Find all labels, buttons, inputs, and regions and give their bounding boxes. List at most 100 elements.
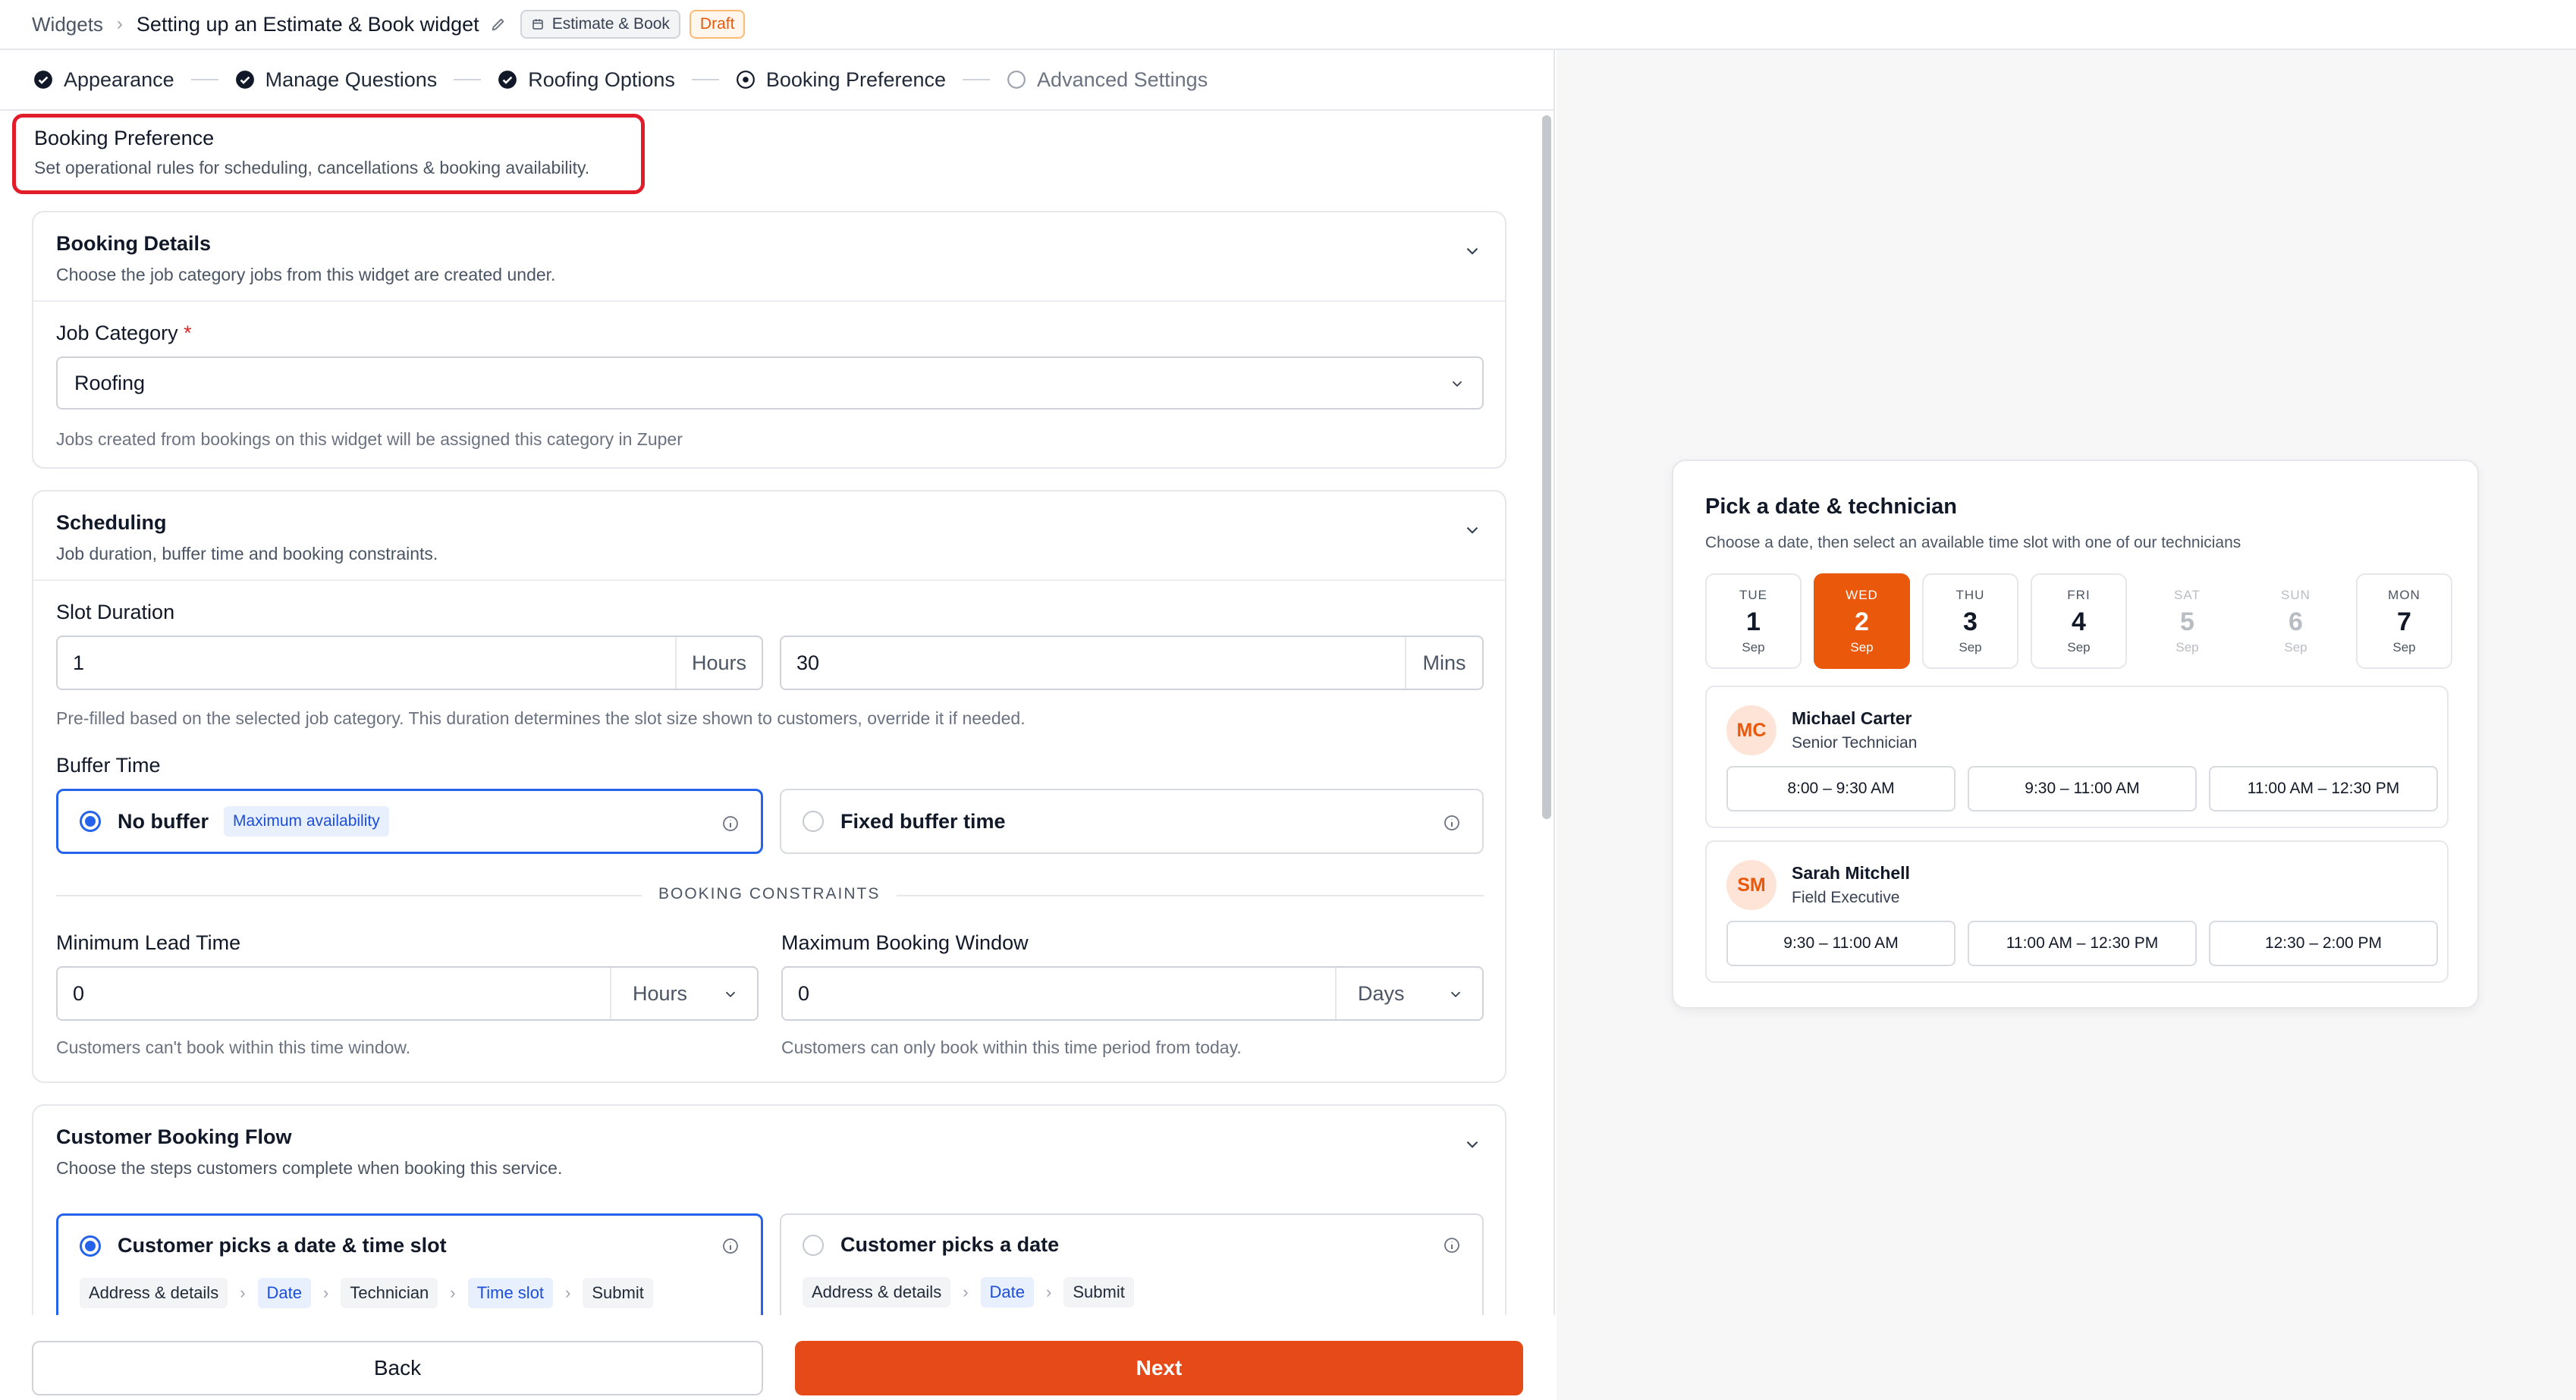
widget-type-label: Estimate & Book	[551, 15, 670, 33]
breadcrumb-widgets[interactable]: Widgets	[32, 13, 103, 36]
info-icon[interactable]	[721, 1237, 740, 1255]
chevron-right-icon: ›	[450, 1283, 456, 1302]
flow-step: Submit	[1063, 1277, 1134, 1307]
min-lead-time-input[interactable]: 0 Hours	[56, 966, 759, 1021]
constraints-heading: BOOKING CONSTRAINTS	[642, 885, 897, 903]
chevron-down-icon[interactable]	[1462, 241, 1482, 261]
check-circle-icon	[235, 71, 254, 89]
chevron-down-icon	[1452, 381, 1462, 388]
pencil-icon[interactable]	[490, 16, 507, 33]
step-manage-questions[interactable]: Manage Questions	[235, 68, 437, 92]
no-buffer-option[interactable]: No buffer Maximum availability	[56, 789, 763, 854]
chevron-down-icon	[725, 991, 736, 998]
widget-title: Pick a date & technician	[1705, 494, 1958, 519]
flow-step: Time slot	[467, 1278, 554, 1308]
time-slot[interactable]: 11:00 AM – 12:30 PM	[2209, 766, 2438, 811]
flow-steps: Address & details › Date › Technician › …	[80, 1278, 653, 1308]
booking-details-header[interactable]: Booking Details Choose the job category …	[33, 212, 1505, 302]
top-header: Widgets › Setting up an Estimate & Book …	[0, 0, 2576, 50]
fixed-buffer-option[interactable]: Fixed buffer time	[780, 789, 1484, 854]
select-value: Roofing	[74, 371, 146, 394]
chevron-down-icon[interactable]	[1462, 1135, 1482, 1154]
time-slot[interactable]: 12:30 – 2:00 PM	[2209, 921, 2438, 966]
date-picker: TUE 1 Sep WED 2 Sep THU 3 Sep FRI 4 Sep SAT 5 Sep …	[1705, 573, 2452, 669]
step-label: Appearance	[64, 67, 174, 91]
input-value[interactable]: 30	[781, 637, 1405, 689]
booking-flow-header[interactable]: Customer Booking Flow Choose the steps c…	[33, 1106, 1505, 1195]
step-connector	[190, 79, 218, 80]
info-icon[interactable]	[1443, 1236, 1461, 1254]
step-appearance[interactable]: Appearance	[33, 68, 174, 92]
step-connector	[691, 79, 719, 80]
flow-step: Submit	[583, 1278, 653, 1308]
option-label: Customer picks a date	[840, 1233, 1060, 1256]
chevron-right-icon: ›	[565, 1283, 571, 1302]
day-option[interactable]: FRI 4 Sep	[2031, 573, 2127, 669]
input-value[interactable]: 1	[58, 637, 675, 689]
day-option[interactable]: THU 3 Sep	[1922, 573, 2018, 669]
option-label: Customer picks a date & time slot	[118, 1234, 447, 1257]
slot-hours-input[interactable]: 1 Hours	[56, 636, 763, 690]
radio-unselected[interactable]	[803, 811, 824, 832]
technician-role: Field Executive	[1792, 889, 1900, 906]
scrollbar[interactable]	[1542, 115, 1551, 819]
step-label: Advanced Settings	[1037, 67, 1208, 91]
flow-steps: Address & details › Date › Submit	[803, 1277, 1134, 1307]
step-connector	[963, 79, 991, 80]
unit-label: Mins	[1405, 637, 1482, 689]
slot-mins-input[interactable]: 30 Mins	[780, 636, 1484, 690]
technician-card: SM Sarah Mitchell Field Executive 9:30 –…	[1705, 840, 2449, 983]
next-button[interactable]: Next	[795, 1341, 1523, 1395]
booking-details-card: Booking Details Choose the job category …	[32, 211, 1506, 469]
day-option[interactable]: MON 7 Sep	[2356, 573, 2452, 669]
radio-unselected[interactable]	[803, 1235, 824, 1256]
scheduling-header[interactable]: Scheduling Job duration, buffer time and…	[33, 491, 1505, 581]
day-option-selected[interactable]: WED 2 Sep	[1814, 573, 1910, 669]
input-value[interactable]: 0	[58, 968, 610, 1019]
flow-date-time-option[interactable]: Customer picks a date & time slot Addres…	[56, 1213, 763, 1327]
calendar-icon	[532, 19, 543, 30]
day-option[interactable]: TUE 1 Sep	[1705, 573, 1802, 669]
chevron-down-icon[interactable]	[1462, 520, 1482, 540]
step-label: Roofing Options	[528, 67, 675, 91]
option-label: Fixed buffer time	[840, 809, 1006, 833]
chevron-right-icon: ›	[323, 1283, 329, 1302]
technician-name: Sarah Mitchell	[1792, 863, 1910, 883]
status-badge: Draft	[689, 10, 746, 39]
min-lead-time-label: Minimum Lead Time	[56, 931, 241, 954]
job-category-hint: Jobs created from bookings on this widge…	[56, 429, 683, 449]
step-booking-preference[interactable]: Booking Preference	[736, 68, 946, 92]
step-advanced-settings[interactable]: Advanced Settings	[1007, 68, 1208, 92]
info-icon[interactable]	[721, 815, 740, 833]
input-value[interactable]: 0	[783, 968, 1335, 1019]
lead-unit-select[interactable]: Hours	[610, 968, 757, 1019]
time-slot[interactable]: 9:30 – 11:00 AM	[1968, 766, 2197, 811]
form-scroll-area[interactable]: Booking Preference Set operational rules…	[0, 111, 1540, 1365]
day-option-disabled: SUN 6 Sep	[2248, 573, 2344, 669]
check-circle-icon	[498, 71, 517, 89]
back-button[interactable]: Back	[32, 1341, 763, 1395]
technician-card: MC Michael Carter Senior Technician 8:00…	[1705, 686, 2449, 828]
radio-selected[interactable]	[80, 811, 101, 832]
card-description: Choose the steps customers complete when…	[56, 1158, 563, 1178]
slot-duration-label: Slot Duration	[56, 601, 175, 623]
info-icon[interactable]	[1443, 814, 1461, 832]
time-slots: 9:30 – 11:00 AM 11:00 AM – 12:30 PM 12:3…	[1726, 921, 2438, 966]
radio-selected[interactable]	[80, 1235, 101, 1257]
max-booking-window-input[interactable]: 0 Days	[781, 966, 1484, 1021]
day-option-disabled: SAT 5 Sep	[2139, 573, 2235, 669]
chevron-right-icon: ›	[1046, 1282, 1052, 1301]
flow-date-option[interactable]: Customer picks a date Address & details …	[780, 1213, 1484, 1327]
job-category-select[interactable]: Roofing	[56, 356, 1484, 410]
empty-circle-icon	[1007, 71, 1026, 89]
time-slot[interactable]: 9:30 – 11:00 AM	[1726, 921, 1956, 966]
min-lead-time-hint: Customers can't book within this time wi…	[56, 1037, 411, 1057]
time-slot[interactable]: 11:00 AM – 12:30 PM	[1968, 921, 2197, 966]
flow-step: Address & details	[803, 1277, 951, 1307]
chevron-right-icon: ›	[963, 1282, 969, 1301]
step-roofing-options[interactable]: Roofing Options	[498, 68, 675, 92]
section-header: Booking Preference Set operational rules…	[12, 114, 645, 194]
time-slot[interactable]: 8:00 – 9:30 AM	[1726, 766, 1956, 811]
unit-label: Hours	[675, 637, 762, 689]
window-unit-select[interactable]: Days	[1335, 968, 1482, 1019]
